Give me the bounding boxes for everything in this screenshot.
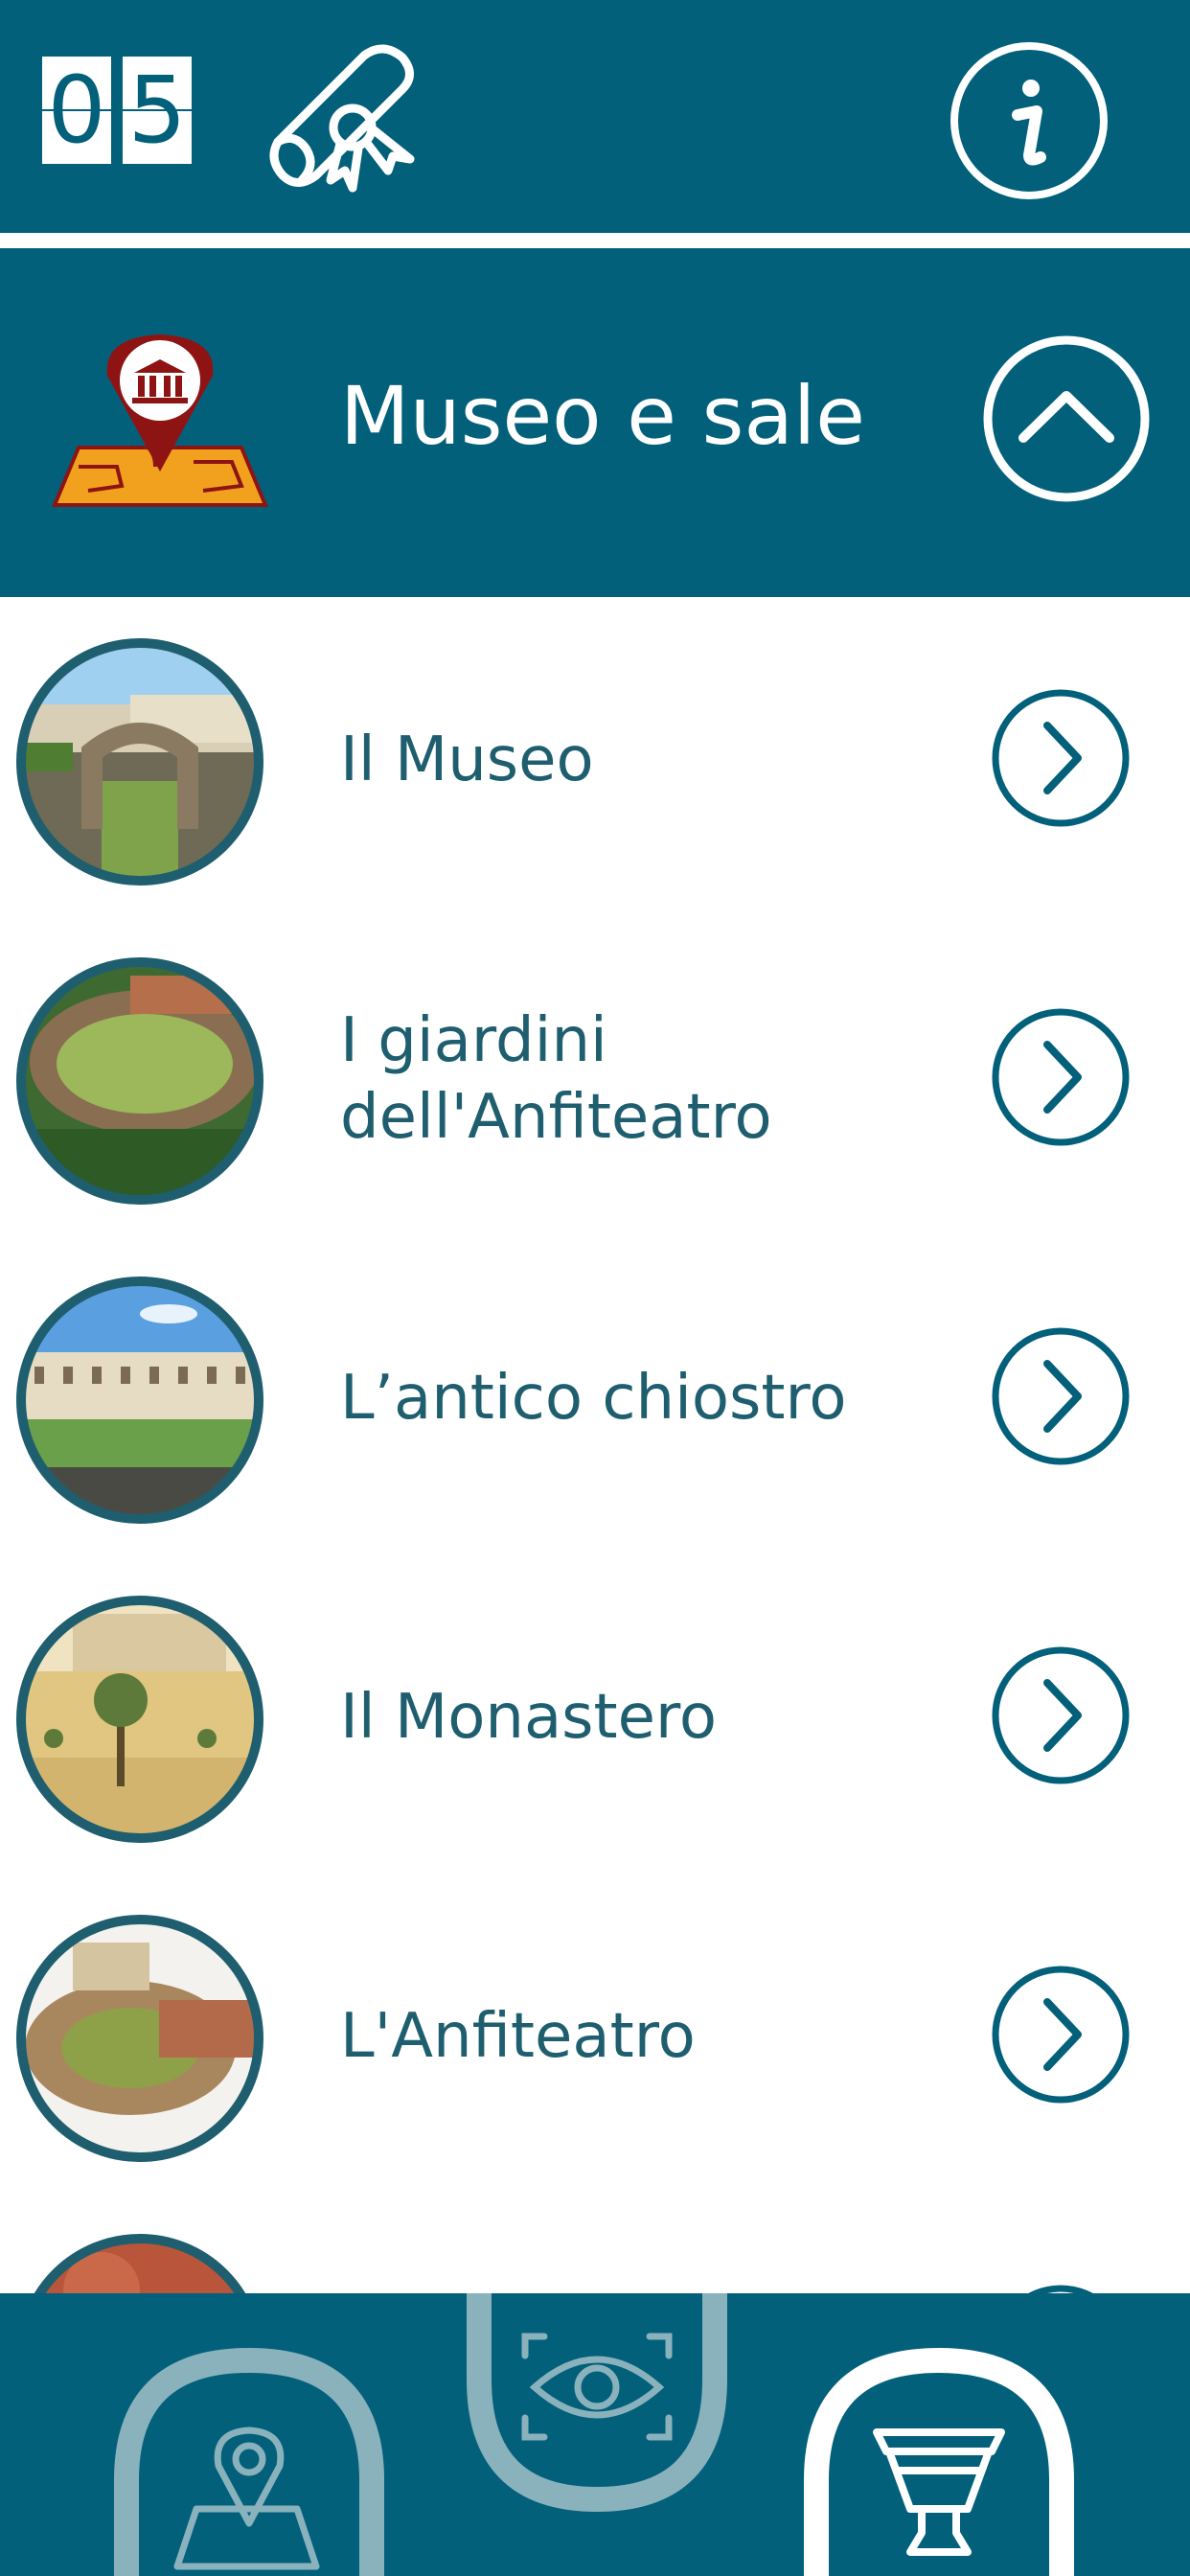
chevron-right-icon[interactable] xyxy=(990,2283,1132,2293)
list-item-label: I giardini dell'Anfiteatro xyxy=(340,1002,772,1156)
bottom-navigation xyxy=(0,2293,1190,2576)
list-item[interactable]: L’antico chiostro xyxy=(0,1235,1190,1554)
list-item-label: L'Anfiteatro xyxy=(340,2001,696,2072)
section-title: Museo e sale xyxy=(340,369,865,463)
section-header[interactable]: Museo e sale xyxy=(0,248,1190,597)
counter-digit: 0 xyxy=(38,53,115,168)
list-item-label: Il Museo xyxy=(340,724,594,795)
list-item[interactable]: Il Museo xyxy=(0,597,1190,916)
counter-digit: 5 xyxy=(119,53,195,168)
chevron-right-icon[interactable] xyxy=(990,1964,1132,2105)
score-counter: 0 5 xyxy=(38,53,195,168)
thumbnail-image xyxy=(16,1915,263,2162)
list-item[interactable]: Il Monastero xyxy=(0,1554,1190,1874)
list-item-label: Il Monastero xyxy=(340,1682,718,1753)
thumbnail-image xyxy=(21,2234,259,2293)
thumbnail-image xyxy=(16,957,263,1205)
thumbnail-image xyxy=(16,638,263,886)
chevron-right-icon[interactable] xyxy=(990,687,1132,829)
map-museum-pin-icon xyxy=(52,334,268,507)
thumbnail-image xyxy=(16,1276,263,1524)
divider xyxy=(0,233,1190,248)
chevron-right-icon[interactable] xyxy=(990,1006,1132,1148)
map-pin-icon[interactable] xyxy=(105,2336,393,2576)
list-item[interactable]: I giardini dell'Anfiteatro xyxy=(0,916,1190,1235)
list-item-label: L’antico chiostro xyxy=(340,1363,847,1434)
eye-scan-icon[interactable] xyxy=(458,2293,736,2533)
list-item-label-line: I giardini xyxy=(340,1005,607,1076)
chevron-right-icon[interactable] xyxy=(990,1644,1132,1786)
thumbnail-image xyxy=(16,1596,263,1843)
diploma-scroll-icon[interactable] xyxy=(259,36,426,199)
list-item[interactable] xyxy=(0,2193,1190,2293)
rooms-list[interactable]: Il Museo I giardini dell'Anfiteatro L’an… xyxy=(0,597,1190,2293)
vase-icon[interactable] xyxy=(795,2336,1083,2576)
list-item-label-line: dell'Anfiteatro xyxy=(340,1082,772,1153)
chevron-right-icon[interactable] xyxy=(990,1325,1132,1467)
list-item[interactable]: L'Anfiteatro xyxy=(0,1874,1190,2193)
chevron-up-icon[interactable] xyxy=(980,333,1153,505)
top-bar: 0 5 xyxy=(0,0,1190,233)
info-icon[interactable] xyxy=(949,40,1110,201)
